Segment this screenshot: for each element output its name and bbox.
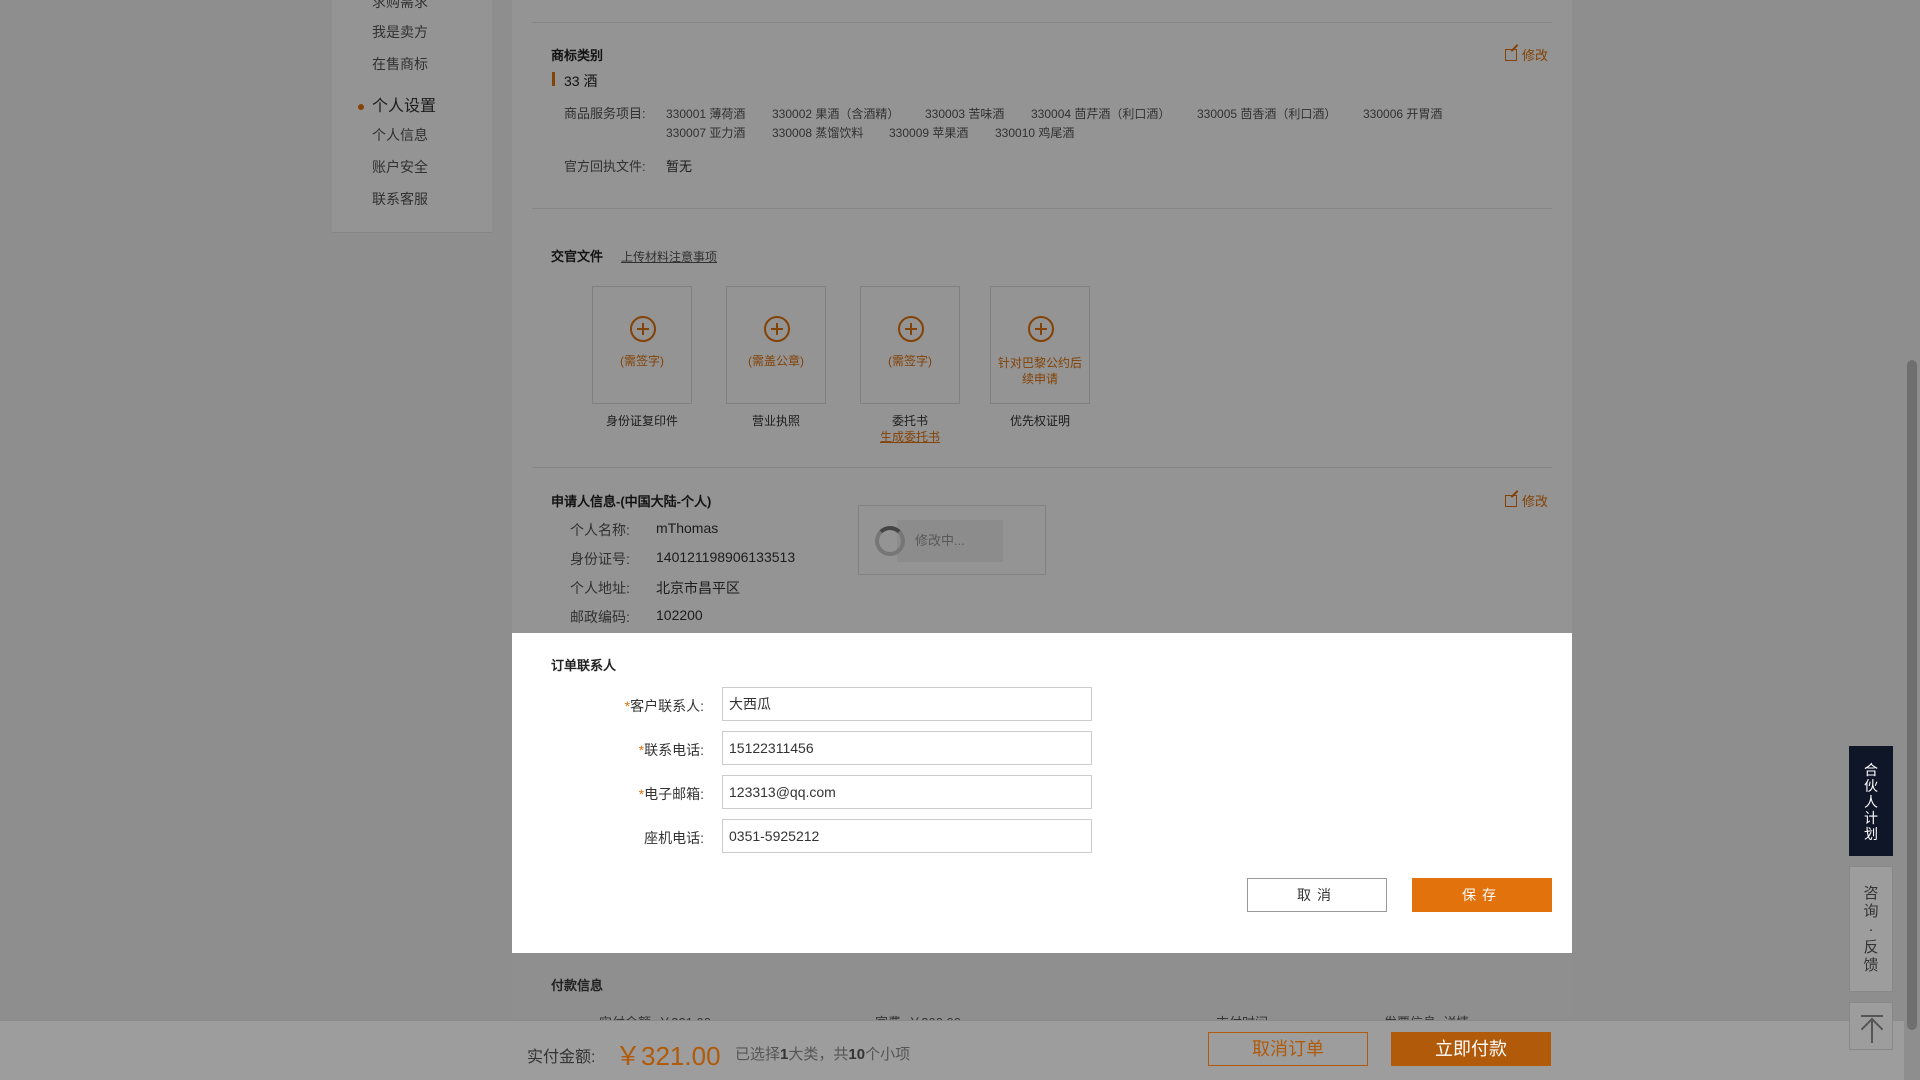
consult-feedback-button[interactable]: 咨询·反馈 (1849, 866, 1893, 992)
upload-caption: 身份证复印件 (605, 414, 678, 428)
cancel-button[interactable]: 取消 (1247, 878, 1387, 912)
service-item: 330008 蒸馏饮料 (772, 126, 864, 140)
service-item: 330002 果酒（含酒精） (772, 107, 900, 121)
add-icon (630, 316, 656, 342)
services-label: 商品服务项目: (564, 106, 646, 121)
upload-caption: 营业执照 (751, 414, 800, 428)
applicant-postcode-value: 102200 (656, 607, 703, 623)
arrow-stem (1871, 1021, 1873, 1043)
sidebar-item-seller[interactable]: 我是卖方 (372, 22, 428, 42)
applicant-title: 申请人信息-(中国大陆-个人) (551, 494, 712, 509)
contact-landline-input[interactable]: 0351-5925212 (722, 819, 1092, 853)
sidebar-item-on-sale[interactable]: 在售商标 (372, 54, 428, 74)
divider (532, 467, 1552, 468)
payment-section: 付款信息 实付金额: ￥321.00 官费: ￥300.00 支付时间: 发票信… (512, 953, 1572, 1030)
contact-email-label: *电子邮箱: (638, 786, 704, 802)
sidebar-item-support[interactable]: 联系客服 (372, 189, 428, 209)
receipt-value: 暂无 (666, 159, 693, 174)
applicant-name-value: mThomas (656, 520, 719, 536)
edit-trademark-link[interactable]: 修改 (1505, 45, 1548, 64)
service-item: 330003 苦味酒 (925, 107, 1005, 121)
bottom-pay-bar (0, 1020, 1920, 1080)
loading-text: 修改中... (897, 520, 1003, 562)
category-marker (552, 72, 555, 86)
total-label: 实付金额: (527, 1049, 596, 1066)
contact-email-input[interactable]: 123313@qq.com (722, 775, 1092, 809)
service-item: 330007 亚力酒 (666, 126, 746, 140)
add-icon (1028, 316, 1054, 342)
selection-summary: 已选择1大类，共10个小项 (735, 1046, 911, 1063)
contact-phone-input[interactable]: 15122311456 (722, 731, 1092, 765)
sidebar-item-profile[interactable]: 个人信息 (372, 125, 428, 145)
upload-notes-link[interactable]: 上传材料注意事项 (621, 248, 717, 265)
upload-caption: 优先权证明 (1009, 414, 1070, 428)
spinner-icon (875, 526, 905, 556)
divider (532, 22, 1552, 23)
contact-name-input[interactable]: 大西瓜 (722, 687, 1092, 721)
documents-title: 交官文件 (551, 249, 604, 264)
sidebar: 求购需求 我是卖方 在售商标 个人设置 个人信息 账户安全 联系客服 (332, 0, 492, 233)
contact-title: 订单联系人 (551, 658, 617, 673)
sidebar-item-demand[interactable]: 求购需求 (372, 0, 428, 12)
applicant-id-label: 身份证号: (570, 551, 630, 567)
sidebar-group-personal[interactable]: 个人设置 (358, 92, 436, 116)
applicant-address-value: 北京市昌平区 (656, 580, 740, 596)
upload-hint: 针对巴黎公约后续申请 (997, 356, 1082, 386)
scrollbar-thumb[interactable] (1907, 360, 1917, 1030)
divider (532, 208, 1552, 209)
save-button[interactable]: 保存 (1412, 878, 1552, 912)
service-item: 330009 苹果酒 (889, 126, 969, 140)
loading-toast: 修改中... (858, 505, 1046, 575)
back-to-top-button[interactable] (1849, 1002, 1893, 1050)
service-item: 330005 茴香酒（利口酒） (1197, 107, 1337, 121)
contact-name-label: *客户联系人: (624, 698, 704, 714)
pay-now-button[interactable]: 立即付款 (1391, 1032, 1551, 1066)
applicant-postcode-label: 邮政编码: (570, 609, 630, 625)
payment-title: 付款信息 (551, 978, 604, 993)
generate-attorney-link[interactable]: 生成委托书 (860, 428, 960, 445)
add-icon (764, 316, 790, 342)
add-icon (898, 316, 924, 342)
upload-caption: 委托书 (891, 414, 928, 428)
bullet-icon (358, 103, 364, 110)
applicant-address-label: 个人地址: (570, 580, 630, 596)
service-item: 330001 薄荷酒 (666, 107, 746, 121)
receipt-label: 官方回执文件: (564, 159, 646, 174)
upload-hint: (需签字) (620, 354, 664, 368)
upload-priority-proof[interactable]: 针对巴黎公约后续申请 (990, 286, 1090, 404)
upload-hint: (需盖公章) (748, 354, 804, 368)
partner-plan-button[interactable]: 合伙人计划 (1849, 746, 1893, 856)
upload-id-copy[interactable]: (需签字) (592, 286, 692, 404)
cancel-order-button[interactable]: 取消订单 (1208, 1032, 1368, 1066)
service-item: 330004 茴芹酒（利口酒） (1031, 107, 1171, 121)
applicant-name-label: 个人名称: (570, 522, 630, 538)
total-amount: ￥321.00 (615, 1041, 721, 1071)
edit-icon (1505, 49, 1517, 61)
applicant-id-value: 140121198906133513 (656, 549, 796, 565)
edit-applicant-link[interactable]: 修改 (1505, 491, 1548, 510)
service-item: 330006 开胃酒 (1363, 107, 1443, 121)
trademark-category-title: 商标类别 (551, 48, 604, 63)
contact-landline-label: 座机电话: (644, 830, 704, 846)
upload-business-license[interactable]: (需盖公章) (726, 286, 826, 404)
edit-icon (1505, 495, 1517, 507)
upload-power-of-attorney[interactable]: (需签字) (860, 286, 960, 404)
upload-hint: (需签字) (888, 354, 932, 368)
service-item: 330010 鸡尾酒 (995, 126, 1075, 140)
sidebar-item-security[interactable]: 账户安全 (372, 157, 428, 177)
contact-phone-label: *联系电话: (638, 742, 704, 758)
category-value: 33 酒 (564, 73, 598, 89)
